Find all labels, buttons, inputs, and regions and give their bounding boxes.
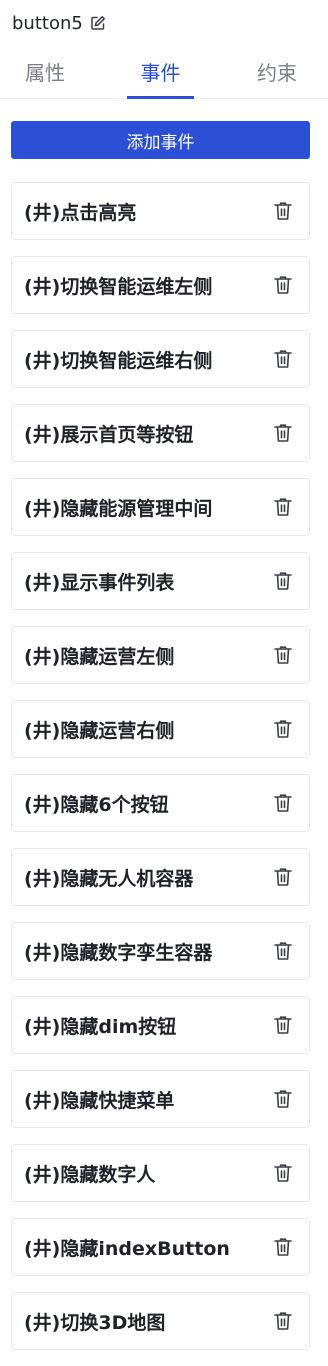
tab-bar: 属性 事件 约束 [0,44,328,99]
trash-icon[interactable] [271,717,295,741]
event-item[interactable]: (井)隐藏能源管理中间 [11,478,310,536]
event-item[interactable]: (井)隐藏运营右侧 [11,700,310,758]
event-item[interactable]: (井)切换智能运维右侧 [11,330,310,388]
event-label: (井)隐藏能源管理中间 [24,497,213,520]
event-item[interactable]: (井)隐藏indexButton [11,1218,310,1276]
event-list: (井)点击高亮 (井)切换智能运维左侧 (井)切换智能运维右侧 (井)展示首页等… [11,182,310,1366]
event-item[interactable]: (井)隐藏运营左侧 [11,626,310,684]
trash-icon[interactable] [271,1309,295,1333]
event-item[interactable]: (井)隐藏数字孪生容器 [11,922,310,980]
event-label: (井)切换3D地图 [24,1311,166,1334]
trash-icon[interactable] [271,791,295,815]
event-label: (井)点击高亮 [24,201,137,224]
event-item[interactable]: (井)切换3D地图 [11,1292,310,1350]
trash-icon[interactable] [271,199,295,223]
event-item[interactable]: (井)隐藏快捷菜单 [11,1070,310,1128]
trash-icon[interactable] [271,347,295,371]
event-label: (井)展示首页等按钮 [24,423,194,446]
event-item[interactable]: (井)展示首页等按钮 [11,404,310,462]
event-label: (井)隐藏数字孪生容器 [24,941,213,964]
header: button5 [12,10,107,36]
trash-icon[interactable] [271,643,295,667]
trash-icon[interactable] [271,1235,295,1259]
event-label: (井)切换智能运维左侧 [24,275,213,298]
event-label: (井)隐藏6个按钮 [24,793,169,816]
trash-icon[interactable] [271,865,295,889]
event-label: (井)隐藏dim按钮 [24,1015,177,1038]
trash-icon[interactable] [271,1013,295,1037]
event-label: (井)隐藏快捷菜单 [24,1089,175,1112]
event-item[interactable]: (井)隐藏6个按钮 [11,774,310,832]
tab-properties[interactable]: 属性 [10,44,80,98]
trash-icon[interactable] [271,939,295,963]
component-title: button5 [12,12,83,34]
tab-events[interactable]: 事件 [127,44,194,99]
event-label: (井)显示事件列表 [24,571,175,594]
event-item[interactable]: (井)切换智能运维左侧 [11,256,310,314]
trash-icon[interactable] [271,273,295,297]
event-item[interactable]: (井)隐藏无人机容器 [11,848,310,906]
trash-icon[interactable] [271,569,295,593]
edit-icon[interactable] [89,14,107,32]
event-label: (井)隐藏indexButton [24,1237,230,1260]
add-event-button[interactable]: 添加事件 [11,121,310,159]
tab-constraints[interactable]: 约束 [242,44,312,98]
trash-icon[interactable] [271,1161,295,1185]
event-label: (井)隐藏无人机容器 [24,867,194,890]
event-item[interactable]: (井)隐藏dim按钮 [11,996,310,1054]
trash-icon[interactable] [271,421,295,445]
event-label: (井)隐藏数字人 [24,1163,156,1186]
trash-icon[interactable] [271,1087,295,1111]
event-label: (井)切换智能运维右侧 [24,349,213,372]
event-item[interactable]: (井)显示事件列表 [11,552,310,610]
event-label: (井)隐藏运营右侧 [24,719,175,742]
event-item[interactable]: (井)隐藏数字人 [11,1144,310,1202]
trash-icon[interactable] [271,495,295,519]
event-label: (井)隐藏运营左侧 [24,645,175,668]
event-item[interactable]: (井)点击高亮 [11,182,310,240]
